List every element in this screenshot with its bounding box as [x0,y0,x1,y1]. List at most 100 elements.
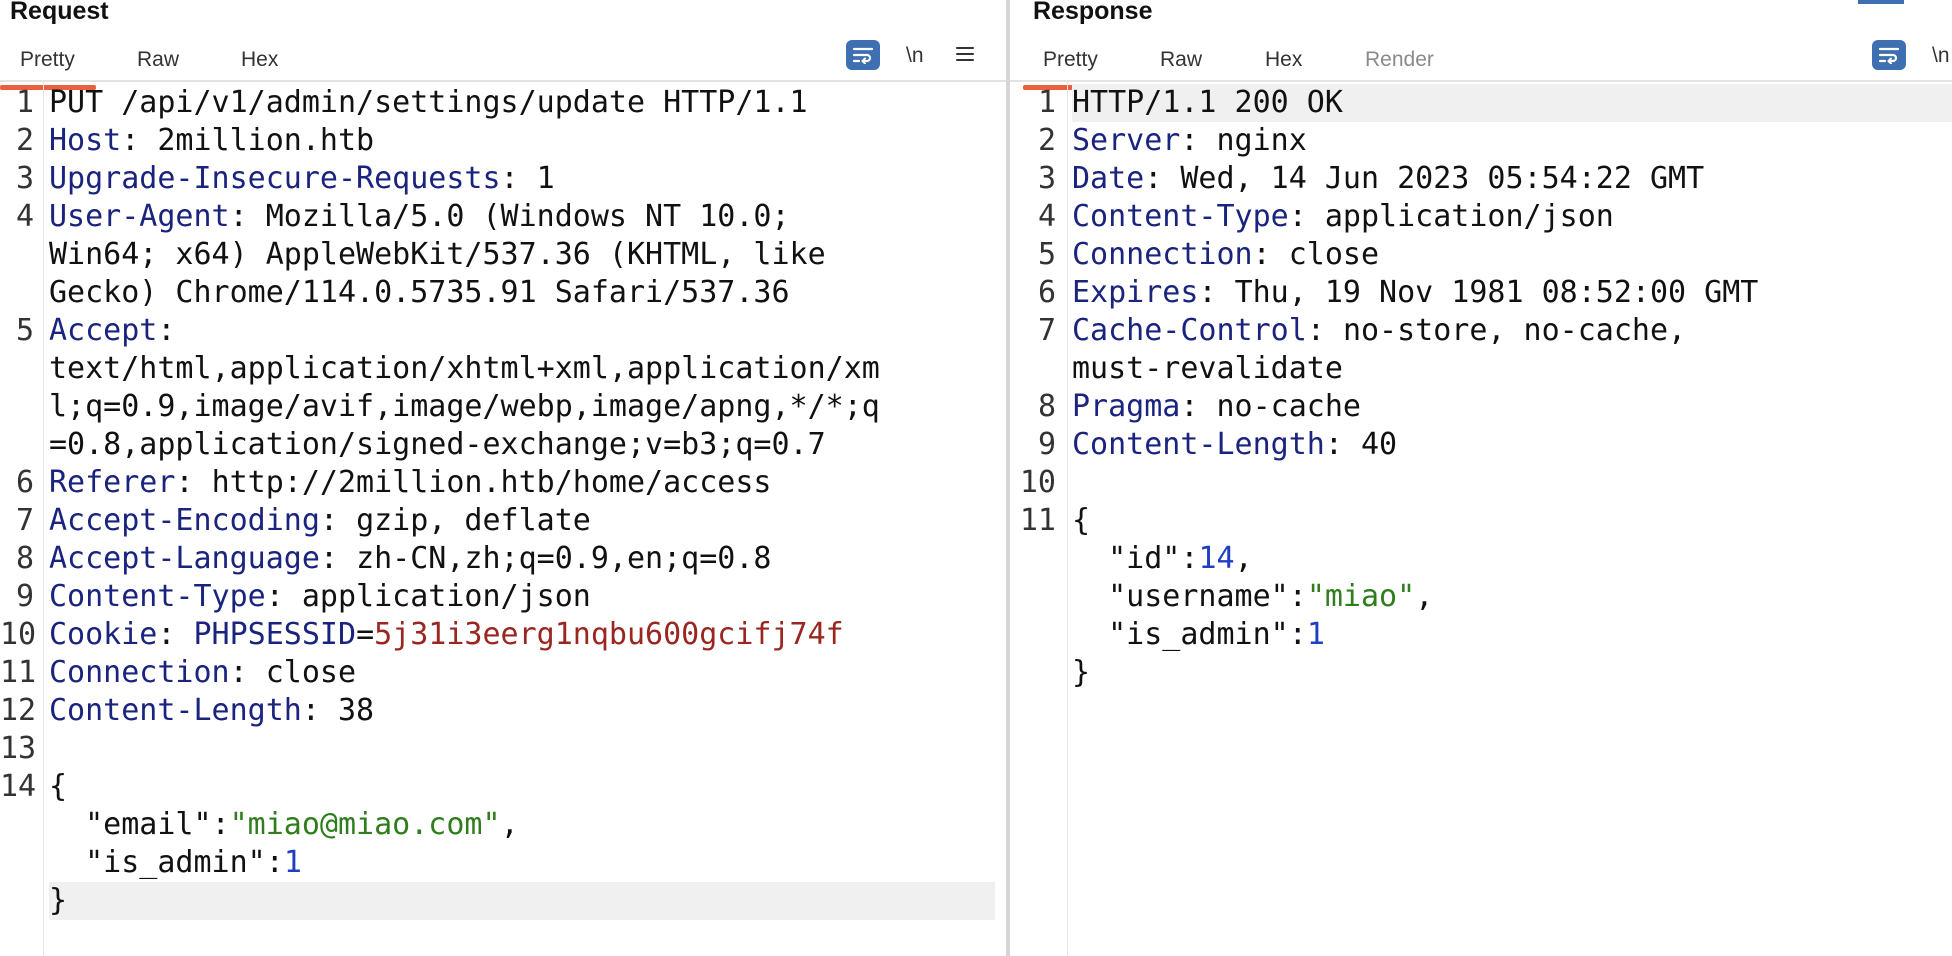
header-name: Connection [49,655,230,690]
header-name: Date [1072,161,1145,196]
tab-raw[interactable]: Raw [1160,46,1202,74]
request-tabbar: Pretty Raw Hex \n [0,36,1006,90]
line-text: User-Agent: Mozilla/5.0 (Windows NT 10.0… [49,199,790,234]
tab-hex[interactable]: Hex [1265,46,1302,74]
cookie-name: PHPSESSID [193,617,357,652]
code-line: 4 Content-Type: application/json [1010,198,1952,236]
header-name: Expires [1072,275,1199,310]
toolbar-accent [1858,0,1904,4]
line-text: "id":14, [1108,541,1253,576]
code-line: 2 Host: 2million.htb [0,122,1006,160]
line-number: 9 [1037,427,1056,462]
text-wrap-icon [1872,40,1906,70]
header-value: http://2million.htb/home/access [211,465,772,500]
line-number: 2 [15,123,34,158]
response-editor[interactable]: 1 HTTP/1.1 200 OK 2 Server: nginx 3 Date: Wed… [1010,84,1952,956]
code-line: 5 Connection: close [1010,236,1952,274]
line-text: Host: 2million.htb [49,123,375,158]
header-name: User-Agent [49,199,230,234]
hamburger-menu-icon[interactable] [956,40,974,72]
line-text: Content-Length: 38 [49,693,375,728]
header-value: gzip, deflate [356,503,591,538]
line-content: must-revalidate [1072,351,1343,386]
line-text: "email":"miao@miao.com", [85,807,519,842]
json-key: "username" [1108,579,1289,614]
header-name: Accept [49,313,158,348]
json-punctuation: , [1234,541,1253,576]
line-number: 7 [1037,313,1056,348]
json-punctuation: , [500,807,519,842]
code-line: 7 Cache-Control: no-store, no-cache, [1010,312,1952,350]
request-editor[interactable]: 1 PUT /api/v1/admin/settings/update HTTP/… [0,84,1006,956]
line-text: =0.8,application/signed-exchange;v=b3;q=… [49,426,826,464]
line-content: } [49,883,68,918]
line-text: Cookie: PHPSESSID=5j31i3eerg1nqbu600gcif… [49,617,844,652]
code-line: 12 Content-Length: 38 [0,692,1006,730]
code-line: } [49,882,995,920]
code-line: 6 Referer: http://2million.htb/home/acces… [0,464,1006,502]
line-text: Upgrade-Insecure-Requests: 1 [49,161,555,196]
code-line: 1 PUT /api/v1/admin/settings/update HTTP/… [0,84,1006,122]
line-number: 8 [15,541,34,576]
line-number: 6 [1037,275,1056,310]
code-line: text/html,application/xhtml+xml,applicat… [0,350,1006,388]
line-text: Connection: close [49,655,357,690]
header-name: Referer [49,465,176,500]
code-line: 11 { [1010,502,1952,540]
line-content: text/html,application/xhtml+xml,applicat… [49,351,880,386]
code-line: "email":"miao@miao.com", [0,806,1006,844]
line-number: 1 [1037,85,1056,120]
tab-render[interactable]: Render [1365,46,1434,74]
code-line: Gecko) Chrome/114.0.5735.91 Safari/537.3… [0,274,1006,312]
json-number-value: 14 [1198,541,1235,576]
json-key: "email" [85,807,212,842]
line-number: 1 [15,85,34,120]
code-line: 11 Connection: close [0,654,1006,692]
line-text: "is_admin":1 [1108,617,1325,652]
line-number: 6 [15,465,34,500]
newline-toggle[interactable]: \n [1932,40,1950,72]
line-number: 11 [1019,503,1056,538]
text-wrap-button[interactable] [1872,40,1906,72]
json-number-value: 1 [283,845,302,880]
header-value: application/json [301,579,591,614]
newline-toggle[interactable]: \n [906,40,924,72]
code-line: } [1010,654,1952,692]
line-text: PUT /api/v1/admin/settings/update HTTP/1… [49,84,808,122]
line-content: } [1072,655,1091,690]
header-name: Accept-Language [49,541,320,576]
header-value: 1 [536,161,555,196]
line-content: =0.8,application/signed-exchange;v=b3;q=… [49,427,826,462]
line-text: { [1072,502,1090,540]
header-value: zh-CN,zh;q=0.9,en;q=0.8 [356,541,772,576]
line-text: l;q=0.9,image/avif,image/webp,image/apng… [49,388,880,426]
line-number: 2 [1037,123,1056,158]
tab-pretty[interactable]: Pretty [1023,46,1119,90]
code-line: 5 Accept: [0,312,1006,350]
line-content: Win64; x64) AppleWebKit/537.36 (KHTML, l… [49,237,826,272]
code-line: 10 Cookie: PHPSESSID=5j31i3eerg1nqbu600gc… [0,616,1006,654]
tab-raw[interactable]: Raw [137,46,179,74]
header-name: Server [1072,123,1181,158]
code-line: 13 [0,730,1006,768]
line-content: PUT /api/v1/admin/settings/update HTTP/1… [49,85,808,120]
line-content: HTTP/1.1 200 OK [1072,85,1343,120]
response-title: Response [1033,0,1153,25]
line-text: Content-Length: 40 [1072,427,1398,462]
line-text: } [49,882,67,920]
tab-hex[interactable]: Hex [241,46,278,74]
json-number-value: 1 [1306,617,1325,652]
line-content: Gecko) Chrome/114.0.5735.91 Safari/537.3… [49,275,790,310]
request-panel: Request Pretty Raw Hex \n 1 PUT /api/v1/a… [0,0,1006,956]
line-number: 7 [15,503,34,538]
header-name: Connection [1072,237,1253,272]
json-key: "is_admin" [85,845,266,880]
header-value: 2million.htb [157,123,375,158]
text-wrap-button[interactable] [846,40,880,72]
header-name: Cookie [49,617,158,652]
header-name: Cache-Control [1072,313,1307,348]
code-line: 3 Upgrade-Insecure-Requests: 1 [0,160,1006,198]
line-text: text/html,application/xhtml+xml,applicat… [49,350,880,388]
code-line: 2 Server: nginx [1010,122,1952,160]
tab-pretty[interactable]: Pretty [0,46,96,90]
